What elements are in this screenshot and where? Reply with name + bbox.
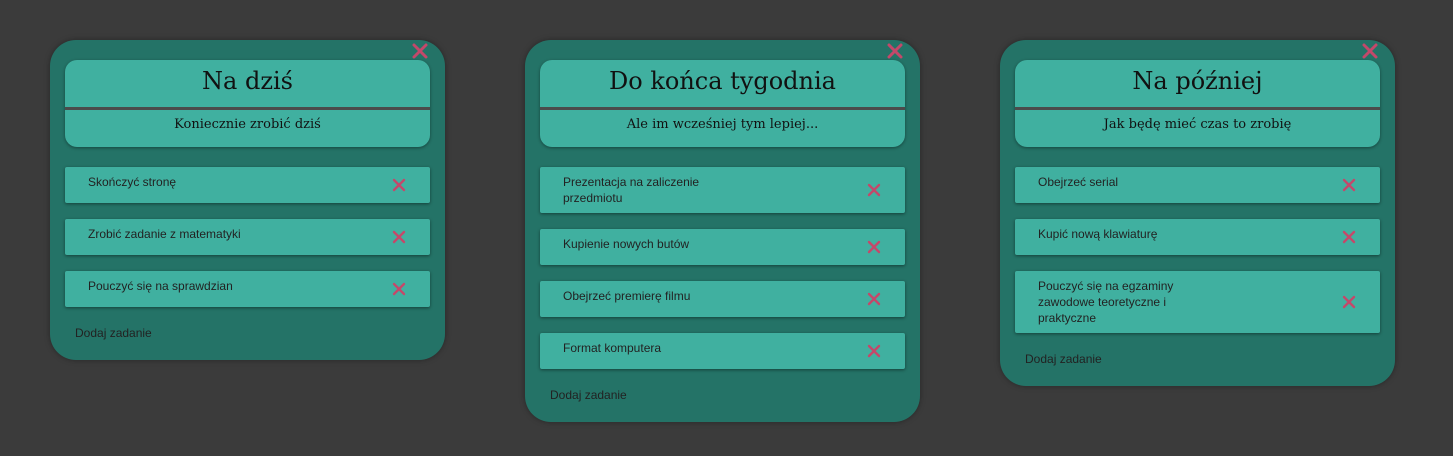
task-item: Kupić nową klawiaturę xyxy=(1015,219,1380,255)
board-title: Do końca tygodnia xyxy=(540,60,905,110)
task-text: Pouczyć się na sprawdzian xyxy=(88,279,233,293)
board-do-konca-tygodnia: Do końca tygodnia Ale im wcześniej tym l… xyxy=(525,40,920,422)
board-title: Na dziś xyxy=(65,60,430,110)
task-text: Kupienie nowych butów xyxy=(563,237,690,251)
board-subtitle: Ale im wcześniej tym lepiej... xyxy=(626,117,819,132)
task-text: Pouczyć się na egzaminy zawodowe teorety… xyxy=(1038,279,1174,325)
task-item: Format komputera xyxy=(540,333,905,369)
close-icon[interactable] xyxy=(867,240,881,254)
close-icon[interactable] xyxy=(1342,230,1356,244)
task-list: Skończyć stronę Zrobić zadanie z matemat… xyxy=(50,167,445,307)
close-icon[interactable] xyxy=(1342,178,1356,192)
board-na-pozniej: Na później Jak będę mieć czas to zrobię … xyxy=(1000,40,1395,386)
close-icon[interactable] xyxy=(1342,295,1356,309)
close-icon[interactable] xyxy=(392,230,406,244)
add-task-button[interactable]: Dodaj zadanie xyxy=(1025,352,1102,366)
add-task-button[interactable]: Dodaj zadanie xyxy=(550,388,627,402)
task-item: Obejrzeć premierę filmu xyxy=(540,281,905,317)
task-text: Prezentacja na zaliczenie przedmiotu xyxy=(563,175,700,205)
close-icon[interactable] xyxy=(886,42,904,60)
close-icon[interactable] xyxy=(411,42,429,60)
board-title: Na później xyxy=(1015,60,1380,110)
close-icon[interactable] xyxy=(867,344,881,358)
board-na-dzis: Na dziś Koniecznie zrobić dziś Skończyć … xyxy=(50,40,445,360)
close-icon[interactable] xyxy=(1361,42,1379,60)
close-icon[interactable] xyxy=(867,292,881,306)
task-text: Format komputera xyxy=(563,341,662,355)
board-subtitle: Jak będę mieć czas to zrobię xyxy=(1103,117,1292,132)
board-subtitle: Koniecznie zrobić dziś xyxy=(174,117,321,132)
board-header: Do końca tygodnia Ale im wcześniej tym l… xyxy=(540,60,905,147)
task-list: Obejrzeć serial Kupić nową klawiaturę Po… xyxy=(1000,167,1395,333)
close-icon[interactable] xyxy=(867,183,881,197)
task-item: Kupienie nowych butów xyxy=(540,229,905,265)
task-item: Pouczyć się na sprawdzian xyxy=(65,271,430,307)
task-text: Skończyć stronę xyxy=(88,175,177,189)
task-text: Obejrzeć serial xyxy=(1038,175,1119,189)
task-item: Obejrzeć serial xyxy=(1015,167,1380,203)
add-task-button[interactable]: Dodaj zadanie xyxy=(75,326,152,340)
task-item: Prezentacja na zaliczenie przedmiotu xyxy=(540,167,905,213)
task-text: Kupić nową klawiaturę xyxy=(1038,227,1158,241)
task-item: Pouczyć się na egzaminy zawodowe teorety… xyxy=(1015,271,1380,333)
close-icon[interactable] xyxy=(392,282,406,296)
task-item: Skończyć stronę xyxy=(65,167,430,203)
task-list: Prezentacja na zaliczenie przedmiotu Kup… xyxy=(525,167,920,369)
board-header: Na dziś Koniecznie zrobić dziś xyxy=(65,60,430,147)
task-text: Zrobić zadanie z matematyki xyxy=(88,227,241,241)
close-icon[interactable] xyxy=(392,178,406,192)
task-text: Obejrzeć premierę filmu xyxy=(563,289,691,303)
task-item: Zrobić zadanie z matematyki xyxy=(65,219,430,255)
board-header: Na później Jak będę mieć czas to zrobię xyxy=(1015,60,1380,147)
